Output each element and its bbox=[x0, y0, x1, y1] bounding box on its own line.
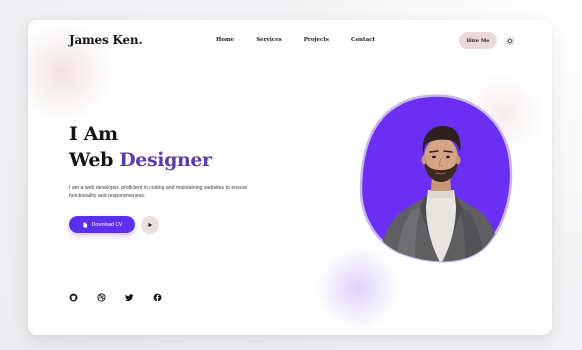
hero-heading-line1: I Am bbox=[69, 123, 118, 145]
dribbble-icon bbox=[97, 293, 106, 302]
play-video-button[interactable] bbox=[141, 216, 159, 234]
social-links bbox=[69, 293, 181, 302]
facebook-link[interactable] bbox=[153, 293, 162, 302]
sun-icon bbox=[505, 36, 514, 45]
hero-heading-line2: Web Designer bbox=[69, 149, 212, 171]
hero-heading-accent: Designer bbox=[119, 149, 212, 171]
dribbble-link[interactable] bbox=[97, 293, 106, 302]
download-cv-button[interactable]: Download CV bbox=[69, 216, 135, 233]
portrait-image bbox=[359, 94, 513, 263]
hero-heading-prefix: Web bbox=[69, 149, 120, 171]
github-icon bbox=[69, 293, 78, 302]
facebook-icon bbox=[153, 293, 162, 302]
twitter-link[interactable] bbox=[125, 293, 134, 302]
hero-description: I am a web developer, proficient in codi… bbox=[69, 185, 248, 199]
nav-item-projects[interactable]: Projects bbox=[304, 37, 329, 43]
nav-item-home[interactable]: Home bbox=[216, 37, 234, 43]
play-icon bbox=[148, 222, 153, 228]
nav-item-contact[interactable]: Contact bbox=[351, 37, 375, 43]
github-link[interactable] bbox=[69, 293, 78, 302]
main-nav: Home Services Projects Contact bbox=[216, 37, 397, 43]
theme-toggle[interactable] bbox=[504, 35, 515, 46]
nav-item-services[interactable]: Services bbox=[256, 37, 282, 43]
file-icon bbox=[83, 222, 87, 227]
brand-logo[interactable]: James Ken. bbox=[69, 33, 143, 47]
hire-me-button[interactable]: Hire Me bbox=[459, 32, 497, 49]
portfolio-card: James Ken. Home Services Projects Contac… bbox=[28, 20, 552, 335]
page-background: James Ken. Home Services Projects Contac… bbox=[0, 0, 582, 350]
twitter-icon bbox=[125, 294, 134, 302]
download-cv-label: Download CV bbox=[91, 221, 123, 228]
